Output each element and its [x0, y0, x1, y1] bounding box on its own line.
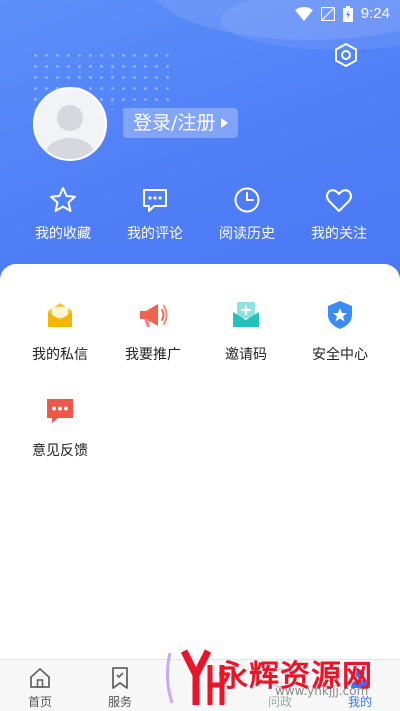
- service-feedback[interactable]: 意见反馈: [20, 394, 100, 460]
- tab-services[interactable]: 服务: [80, 660, 160, 711]
- quick-link-label: 我的收藏: [35, 226, 91, 242]
- service-invite-code[interactable]: 邀请码: [206, 298, 286, 364]
- wifi-icon: [294, 6, 313, 21]
- status-bar: 9:24: [0, 0, 400, 28]
- feedback-icon: [47, 399, 73, 423]
- quick-link-following[interactable]: 我的关注: [293, 185, 385, 243]
- mail-icon: [48, 303, 72, 327]
- quick-link-history[interactable]: 阅读历史: [201, 185, 293, 243]
- tab-ask[interactable]: 问政: [240, 660, 320, 711]
- signal-icon: [320, 6, 335, 21]
- heart-icon: [326, 189, 352, 212]
- watermark-logo: [165, 649, 225, 705]
- service-messages[interactable]: 我的私信: [20, 298, 100, 364]
- services-card: 我的私信 我要推广 邀请码 安全中心 意见反馈: [0, 264, 400, 659]
- tab-label: 我的: [347, 695, 372, 709]
- arrow-right-icon: [221, 118, 229, 128]
- service-label: 邀请码: [225, 347, 267, 363]
- status-time: 9:24: [360, 5, 390, 22]
- quick-link-label: 我的评论: [127, 226, 183, 242]
- quick-link-label: 我的关注: [311, 226, 367, 242]
- tab-home[interactable]: 首页: [0, 660, 80, 711]
- bookmark-icon: [112, 667, 128, 689]
- megaphone-icon: [140, 304, 168, 327]
- shield-icon: [328, 301, 352, 329]
- hexagon-gear-icon[interactable]: [333, 42, 359, 68]
- login-register-button[interactable]: 登录/注册: [123, 108, 239, 138]
- user-icon: [351, 669, 369, 688]
- invite-icon: [233, 302, 259, 327]
- tab-mine[interactable]: 我的: [320, 660, 400, 711]
- battery-icon: [342, 5, 353, 22]
- quick-link-favorites[interactable]: 我的收藏: [17, 185, 109, 243]
- default-user-icon: [46, 105, 94, 159]
- home-icon: [30, 668, 50, 688]
- login-register-label: 登录/注册: [133, 112, 216, 134]
- service-label: 安全中心: [312, 347, 368, 363]
- avatar[interactable]: [33, 87, 107, 161]
- tab-label: 首页: [27, 695, 52, 709]
- quick-link-label: 阅读历史: [219, 226, 275, 242]
- service-label: 意见反馈: [32, 443, 88, 459]
- tab-label: 问政: [267, 695, 292, 709]
- tab-label: 服务: [107, 695, 132, 709]
- service-security[interactable]: 安全中心: [300, 298, 380, 364]
- clock-icon: [234, 187, 260, 213]
- service-label: 我的私信: [32, 347, 88, 363]
- comment-icon: [143, 189, 167, 212]
- ask-icon: [270, 668, 290, 688]
- service-promote[interactable]: 我要推广: [113, 298, 193, 364]
- profile-header: 9:24 登录/注册 我的收藏 我的评论 阅读历史 我的关注: [0, 0, 400, 300]
- quick-link-comments[interactable]: 我的评论: [109, 185, 201, 243]
- service-label: 我要推广: [125, 347, 181, 363]
- star-icon: [50, 187, 76, 212]
- quick-links: 我的收藏 我的评论 阅读历史 我的关注: [0, 185, 400, 243]
